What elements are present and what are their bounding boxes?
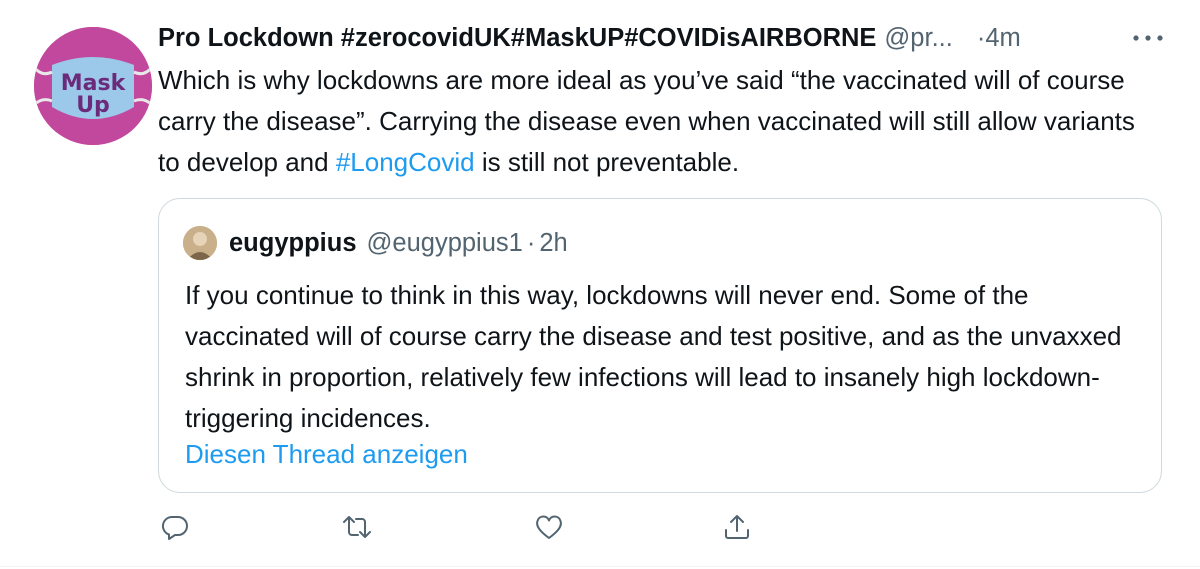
reply-icon[interactable] — [158, 510, 192, 544]
quote-time[interactable]: 2h — [539, 229, 567, 258]
quote-avatar[interactable] — [183, 226, 217, 260]
quoted-tweet[interactable]: eugyppius @eugyppius1 · 2h If you contin… — [158, 198, 1162, 493]
divider — [0, 566, 1200, 567]
share-icon[interactable] — [720, 510, 754, 544]
retweet-icon[interactable] — [340, 510, 374, 544]
quote-author-name[interactable]: eugyppius — [229, 229, 357, 258]
more-horizontal-icon[interactable] — [1128, 26, 1168, 46]
tweet-text-part: is still not preventable. — [474, 147, 740, 177]
like-icon[interactable] — [532, 510, 566, 544]
mask-up-logo: Mask Up — [34, 27, 152, 145]
author-handle[interactable]: @pr... — [884, 24, 952, 53]
svg-text:Up: Up — [76, 93, 110, 118]
author-avatar[interactable]: Mask Up — [34, 27, 152, 145]
tweet-header: Pro Lockdown #zerocovidUK#MaskUP#COVIDis… — [158, 20, 1168, 56]
quote-text: If you continue to think in this way, lo… — [185, 280, 1122, 433]
tweet-text: Which is why lockdowns are more ideal as… — [158, 60, 1158, 183]
tweet-time[interactable]: ·4m — [977, 24, 1021, 53]
author-name[interactable]: Pro Lockdown #zerocovidUK#MaskUP#COVIDis… — [158, 24, 876, 53]
hashtag-link[interactable]: #LongCovid — [336, 147, 475, 177]
quote-header: eugyppius @eugyppius1 · 2h — [183, 225, 568, 261]
tweet-actions — [158, 510, 778, 550]
quote-author-handle[interactable]: @eugyppius1 — [367, 229, 523, 258]
show-thread-link[interactable]: Diesen Thread anzeigen — [185, 439, 468, 470]
separator-dot: · — [526, 228, 536, 257]
